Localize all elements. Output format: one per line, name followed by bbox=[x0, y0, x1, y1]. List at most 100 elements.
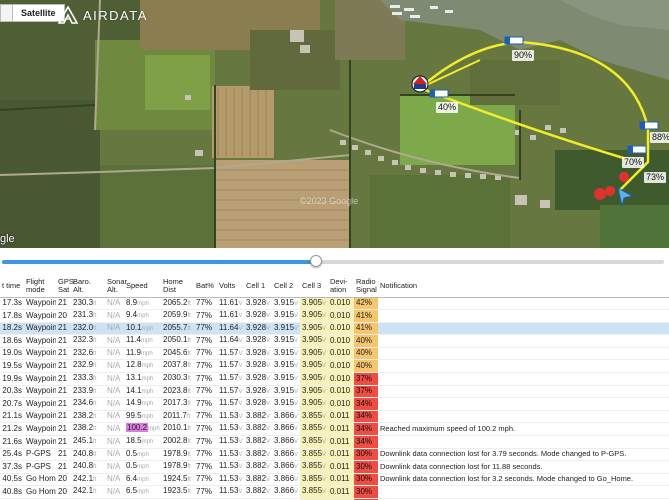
unit-label: V bbox=[266, 363, 271, 370]
unit-label: mph bbox=[137, 464, 149, 471]
cell-value: 21 bbox=[58, 348, 67, 358]
column-header[interactable]: Bat% bbox=[194, 275, 217, 298]
cell-value: 3.855 bbox=[302, 410, 323, 420]
unit-label: V bbox=[294, 338, 299, 345]
cell-c1: 3.928V bbox=[244, 297, 272, 311]
unit-label: mph bbox=[141, 439, 154, 446]
cell-bat: 77% bbox=[194, 397, 217, 411]
column-header[interactable]: t time bbox=[0, 275, 24, 298]
cell-value: 8.9 bbox=[126, 297, 138, 307]
cell-value: 77% bbox=[196, 398, 213, 408]
cell-value: 18.6s bbox=[2, 335, 22, 345]
cell-gps: 21 bbox=[56, 397, 71, 411]
column-header[interactable]: Flight mode bbox=[24, 275, 56, 298]
cell-c2: 3.866V bbox=[272, 448, 300, 462]
cell-c3: 3.855V bbox=[300, 473, 328, 487]
column-header[interactable]: Volts bbox=[217, 275, 244, 298]
flight-map[interactable]: ©2023 Google Satellite AIRDATA gle 90% 8… bbox=[0, 0, 669, 248]
cell-radio: 41% bbox=[354, 322, 378, 336]
column-header[interactable]: Sonar Alt. bbox=[105, 275, 127, 298]
waypoint-marker-icon[interactable] bbox=[504, 36, 524, 45]
unit-label: ft bbox=[187, 451, 191, 458]
table-row[interactable]: 19.0s Waypoint 21 232.6ft N/A 11.9mph 2045.6ft… bbox=[0, 347, 669, 361]
map-type-option-satellite[interactable]: Satellite bbox=[12, 4, 65, 22]
cell-value: 11.9 bbox=[126, 347, 141, 357]
cell-value: 2011.7 bbox=[163, 410, 187, 420]
column-header[interactable]: Notification bbox=[378, 275, 669, 298]
table-row[interactable]: 18.6s Waypoint 21 232.3ft N/A 11.4mph 2050.1ft… bbox=[0, 334, 669, 348]
cell-value: 77% bbox=[196, 461, 213, 471]
cell-sonar-alt: N/A bbox=[105, 473, 124, 487]
cell-dev: 0.010 bbox=[328, 309, 354, 323]
timeline-thumb[interactable] bbox=[310, 255, 323, 267]
waypoint-marker-icon[interactable] bbox=[639, 121, 659, 130]
timeline-slider[interactable] bbox=[0, 250, 669, 274]
cell-value: 232.6 bbox=[73, 347, 94, 357]
table-row[interactable]: 18.2s Waypoint 21 232.0ft N/A 10.1mph 2055.7ft… bbox=[0, 322, 669, 336]
column-header[interactable]: Cell 2 bbox=[272, 275, 300, 298]
table-row[interactable]: 25.4s P-GPS 21 240.8ft N/A 0.5mph 1978.9ft 77% 1… bbox=[0, 448, 669, 462]
cell-value: 234.6 bbox=[73, 398, 94, 408]
cell-c1: 3.882V bbox=[244, 460, 272, 474]
cell-value: 21 bbox=[58, 373, 67, 383]
table-row[interactable]: 21.1s Waypoint 21 238.2ft N/A 99.5mph 2011.7ft… bbox=[0, 410, 669, 424]
cell-value: 21 bbox=[58, 461, 67, 471]
cell-note bbox=[378, 347, 669, 361]
cell-value: 3.866 bbox=[274, 436, 295, 446]
cell-c3: 3.905V bbox=[300, 322, 328, 336]
unit-label: mph bbox=[141, 388, 154, 395]
table-row[interactable]: 17.8s Waypoint 20 231.3ft N/A 9.4mph 2059.9ft 7… bbox=[0, 309, 669, 323]
cell-c2: 3.866V bbox=[272, 485, 300, 499]
airdata-logo: AIRDATA bbox=[58, 6, 148, 24]
cell-radio: 40% bbox=[354, 334, 378, 348]
cell-dev: 0.011 bbox=[328, 460, 354, 474]
map-type-toggle[interactable]: Satellite bbox=[0, 4, 65, 22]
table-header-row: t time Flight mode GPS Sat Baro. Alt. Sonar … bbox=[0, 275, 669, 298]
cell-value: 77% bbox=[196, 449, 213, 459]
table-row[interactable]: 21.2s Waypoint 21 238.2ft N/A 100.2mph 2010.1f… bbox=[0, 422, 669, 437]
unit-label: V bbox=[322, 464, 327, 471]
unit-label: ft bbox=[187, 376, 191, 383]
waypoint-marker-icon[interactable] bbox=[429, 89, 449, 98]
table-row[interactable]: 19.9s Waypoint 21 233.3ft N/A 13.1mph 2030.3ft… bbox=[0, 372, 669, 386]
cell-c2: 3.866V bbox=[272, 460, 300, 474]
waypoint-marker-icon[interactable] bbox=[627, 145, 647, 154]
map-type-option-map[interactable] bbox=[0, 4, 12, 22]
cell-dist: 2059.9ft bbox=[161, 309, 194, 323]
cell-value: 77% bbox=[196, 486, 213, 496]
cell-value: 13.1 bbox=[126, 373, 142, 383]
cell-value: 238.2 bbox=[73, 410, 94, 420]
unit-label: V bbox=[238, 388, 243, 395]
cell-value: 0.011 bbox=[330, 436, 350, 446]
column-header[interactable]: GPS Sat bbox=[56, 275, 74, 298]
table-row[interactable]: 37.3s P-GPS 21 240.8ft N/A 0.5mph 1978.9ft 77% 1… bbox=[0, 460, 669, 474]
cell-value: 0.010 bbox=[330, 360, 351, 370]
column-header[interactable]: Speed bbox=[124, 275, 161, 298]
cell-value: 3.915 bbox=[274, 385, 295, 395]
table-row[interactable]: 40.8sGo Home20242.1ftN/A6.5mph1923.5ft77… bbox=[0, 485, 669, 499]
table-row[interactable]: 40.5sGo Home20242.1ftN/A6.4mph1924.5ft77… bbox=[0, 473, 669, 487]
table-row[interactable]: 21.6s Waypoint 21 245.1ft N/A 18.5mph 2002.8ft… bbox=[0, 435, 669, 449]
column-header[interactable]: Home Dist bbox=[161, 275, 194, 298]
home-point-icon[interactable] bbox=[411, 75, 429, 93]
cell-value: 30% bbox=[356, 449, 373, 459]
column-header[interactable]: Baro. Alt. bbox=[71, 275, 105, 298]
cell-note: Reached maximum speed of 100.2 mph. bbox=[378, 422, 669, 437]
cell-value: 3.928 bbox=[246, 360, 267, 370]
cell-value: 3.866 bbox=[274, 461, 295, 471]
cell-value: 3.905 bbox=[302, 360, 323, 370]
timeline-track[interactable] bbox=[2, 260, 664, 264]
cell-value: 2030.3 bbox=[163, 373, 188, 383]
column-header[interactable]: Cell 3 bbox=[300, 275, 328, 298]
table-row[interactable]: 20.7s Waypoint 21 234.6ft N/A 14.9mph 2017.3ft… bbox=[0, 397, 669, 411]
column-header[interactable]: Devi- ation bbox=[328, 275, 354, 298]
cell-speed: 11.4mph bbox=[124, 334, 161, 348]
cell-sonar-alt: N/A bbox=[105, 309, 124, 323]
column-header[interactable]: Cell 1 bbox=[244, 275, 272, 298]
table-row[interactable]: 17.3s Waypoint 21 230.3ft N/A 8.9mph 2065.2ft 7… bbox=[0, 297, 669, 311]
table-row[interactable]: 20.3s Waypoint 21 233.9ft N/A 14.1mph 2023.8ft… bbox=[0, 385, 669, 399]
column-header[interactable]: Radio Signal bbox=[354, 275, 378, 298]
table-row[interactable]: 19.5s Waypoint 21 232.9ft N/A 12.8mph 2037.8ft… bbox=[0, 359, 669, 374]
cell-value: 21 bbox=[58, 398, 67, 408]
cell-value: 3.855 bbox=[302, 461, 323, 471]
